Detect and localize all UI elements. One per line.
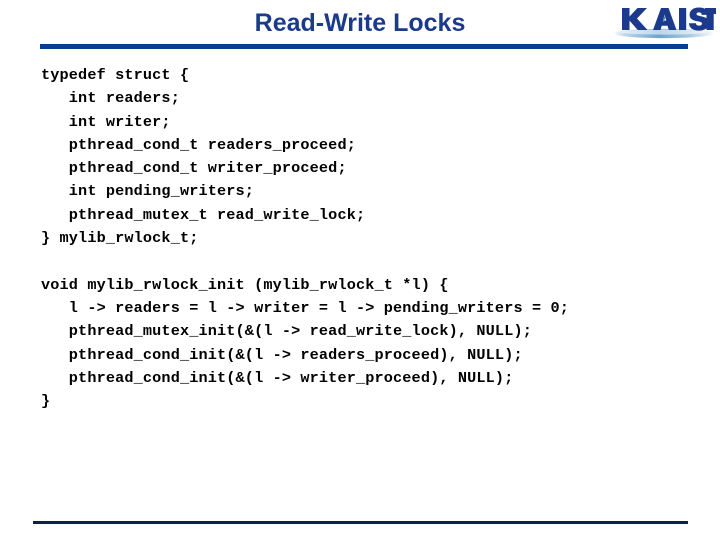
code-line: int readers; [41,89,180,108]
code-line: void mylib_rwlock_init (mylib_rwlock_t *… [41,275,449,294]
code-line: pthread_cond_init(&(l -> writer_proceed)… [41,368,514,387]
code-line: } [41,392,51,411]
kaist-wordmark-icon [622,7,716,31]
code-line: l -> readers = l -> writer = l -> pendin… [41,298,570,317]
code-line: pthread_cond_t writer_proceed; [41,159,347,178]
footer-divider [33,521,688,524]
code-line: pthread_cond_init(&(l -> readers_proceed… [41,345,523,364]
slide-canvas: Read-Write Locks typedef struct {int re… [0,0,720,540]
code-line: pthread_cond_t readers_proceed; [41,135,356,154]
code-line: int pending_writers; [41,182,255,201]
code-line: pthread_mutex_t read_write_lock; [41,205,366,224]
code-line: int writer; [41,112,171,131]
code-listing: typedef struct { int readers; int writer… [41,64,701,413]
header-divider [40,44,688,49]
kaist-logo [612,6,716,44]
code-line: } mylib_rwlock_t; [41,229,199,248]
code-line: pthread_mutex_init(&(l -> read_write_loc… [41,322,532,341]
code-line: typedef struct { [41,66,190,84]
